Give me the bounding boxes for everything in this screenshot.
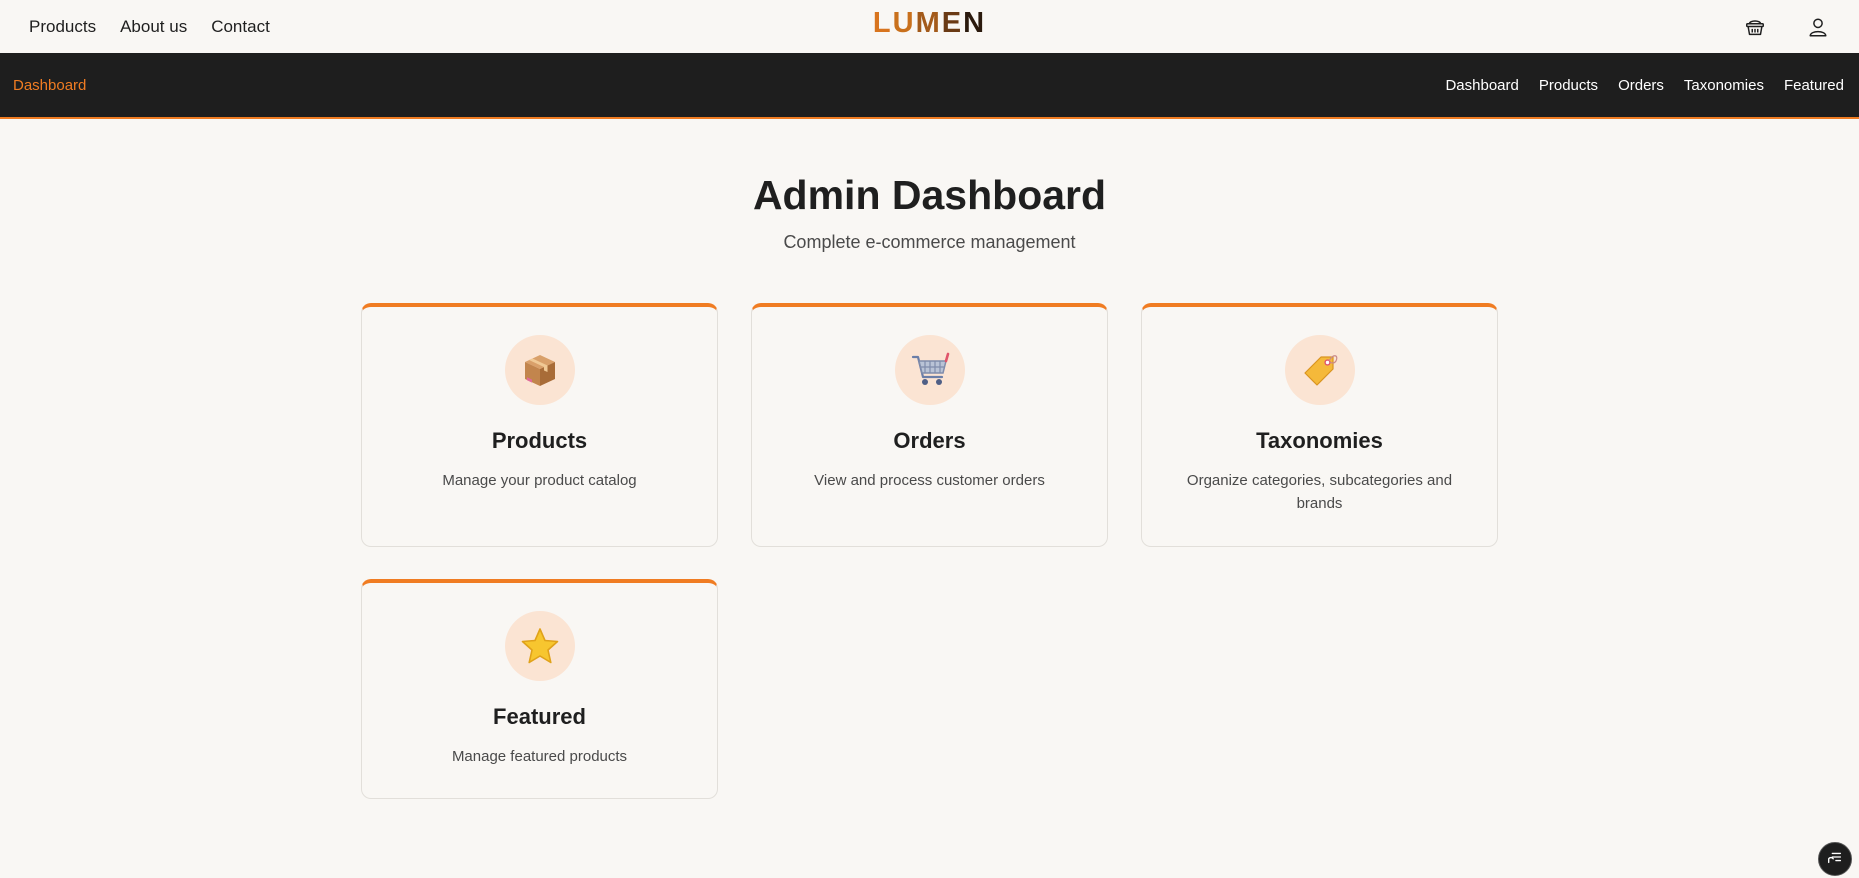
main-content: Admin Dashboard Complete e-commerce mana… <box>0 119 1859 799</box>
card-title: Orders <box>893 428 966 453</box>
card-orders[interactable]: Orders View and process customer orders <box>751 303 1108 547</box>
chat-menu-icon <box>1826 848 1844 871</box>
card-taxonomies[interactable]: Taxonomies Organize categories, subcateg… <box>1141 303 1498 547</box>
shopping-cart-icon <box>894 335 965 405</box>
star-icon <box>504 611 575 681</box>
card-products[interactable]: Products Manage your product catalog <box>361 303 718 547</box>
nav-link-products[interactable]: Products <box>29 17 96 37</box>
logo-letter: E <box>941 6 964 39</box>
card-title: Products <box>491 428 588 453</box>
package-icon <box>504 335 575 405</box>
logo-letter: N <box>963 6 987 39</box>
admin-navbar: Dashboard Dashboard Products Orders Taxo… <box>0 53 1859 119</box>
card-featured[interactable]: Featured Manage featured products <box>361 579 718 799</box>
logo-letter: M <box>915 6 942 39</box>
site-logo[interactable]: L U M E N <box>873 7 986 40</box>
admin-nav-dashboard[interactable]: Dashboard <box>1445 77 1518 94</box>
user-icon[interactable] <box>1805 14 1831 40</box>
logo-letter: L <box>872 6 893 39</box>
nav-link-contact[interactable]: Contact <box>211 17 270 37</box>
header-actions <box>1742 14 1831 40</box>
admin-nav-taxonomies[interactable]: Taxonomies <box>1684 77 1764 94</box>
card-description: Organize categories, subcategories and b… <box>1186 472 1453 512</box>
page-subtitle: Complete e-commerce management <box>783 232 1076 252</box>
page-title: Admin Dashboard <box>752 172 1107 218</box>
admin-current-link[interactable]: Dashboard <box>13 77 86 94</box>
card-title: Featured <box>493 704 586 729</box>
admin-nav-products[interactable]: Products <box>1539 77 1598 94</box>
nav-link-about-us[interactable]: About us <box>120 17 187 37</box>
dashboard-cards: Products Manage your product catalog Ord… <box>361 303 1498 799</box>
admin-nav: Dashboard Products Orders Taxonomies Fea… <box>1445 77 1844 94</box>
site-nav: Products About us Contact <box>29 17 270 37</box>
basket-icon[interactable] <box>1742 14 1768 40</box>
site-header: Products About us Contact L U M E N <box>0 0 1859 53</box>
card-description: Manage featured products <box>451 748 628 765</box>
floating-menu-button[interactable] <box>1818 842 1852 876</box>
admin-nav-featured[interactable]: Featured <box>1784 77 1844 94</box>
logo-letter: U <box>892 6 916 39</box>
tag-icon <box>1284 335 1355 405</box>
card-description: Manage your product catalog <box>442 472 637 489</box>
card-title: Taxonomies <box>1256 428 1383 453</box>
card-description: View and process customer orders <box>814 472 1045 489</box>
admin-nav-orders[interactable]: Orders <box>1618 77 1664 94</box>
